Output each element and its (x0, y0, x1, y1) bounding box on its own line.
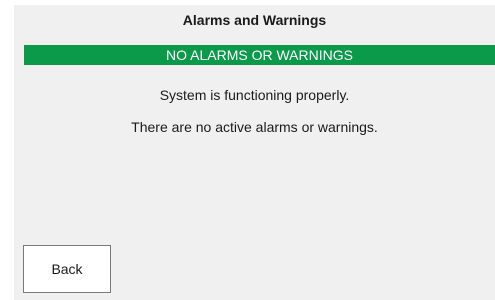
alarms-message: There are no active alarms or warnings. (131, 119, 378, 135)
status-banner: NO ALARMS OR WARNINGS (24, 45, 495, 65)
back-button[interactable]: Back (23, 245, 111, 293)
alarms-panel: Alarms and Warnings NO ALARMS OR WARNING… (14, 5, 495, 300)
page-title: Alarms and Warnings (182, 12, 327, 28)
status-message: System is functioning properly. (159, 87, 350, 103)
